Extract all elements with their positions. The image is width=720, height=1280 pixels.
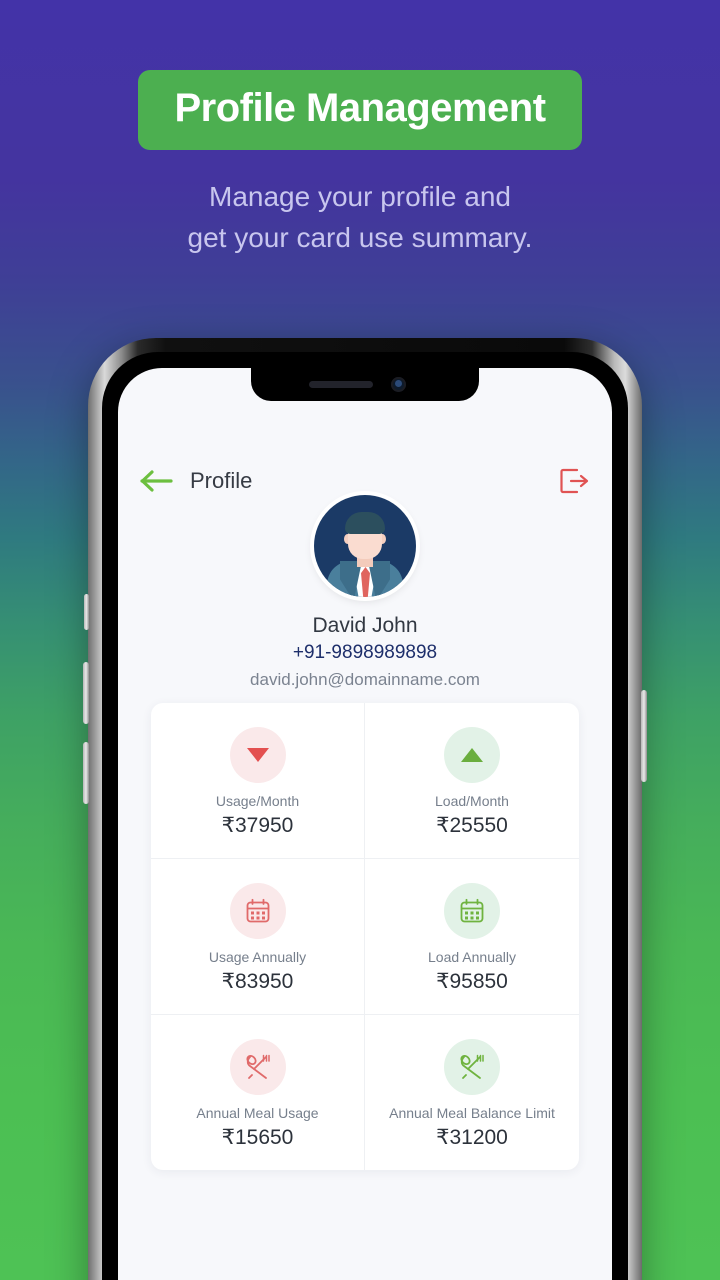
stat-annual-meal-usage[interactable]: Annual Meal Usage ₹15650 <box>151 1015 365 1170</box>
avatar[interactable] <box>314 495 416 597</box>
stat-load-annually[interactable]: Load Annually ₹95850 <box>365 859 579 1014</box>
stat-value: ₹31200 <box>436 1126 508 1149</box>
stat-label: Load/Month <box>435 793 509 809</box>
phone-silent-switch <box>84 594 89 630</box>
profile-phone: +91-9898989898 <box>292 642 438 663</box>
profile-email: david.john@domainname.com <box>250 670 480 689</box>
cutlery-icon <box>229 1039 286 1095</box>
stat-label: Usage/Month <box>215 793 300 809</box>
stat-value: ₹25550 <box>436 814 508 837</box>
triangle-down-icon <box>229 727 286 783</box>
phone-bezel: Profile David John +91-9898989898 david.… <box>102 352 628 1280</box>
stat-value: ₹95850 <box>436 970 508 993</box>
logout-icon[interactable] <box>560 468 590 494</box>
avatar-hair <box>345 512 385 534</box>
profile-name: David John <box>312 614 418 637</box>
promo-subtitle-line2: get your card use summary. <box>187 222 533 253</box>
stat-value: ₹37950 <box>221 814 294 837</box>
stat-label: Usage Annually <box>208 949 307 965</box>
promo-subtitle-line1: Manage your profile and <box>209 181 511 212</box>
stats-row-meal: Annual Meal Usage ₹15650 Annual Meal Bal… <box>151 1014 579 1170</box>
phone-power-button <box>641 690 647 782</box>
stat-label: Annual Meal Usage <box>196 1105 319 1121</box>
phone-volume-up-button <box>83 662 89 724</box>
phone-mockup: Profile David John +91-9898989898 david.… <box>83 338 647 1280</box>
stat-load-month[interactable]: Load/Month ₹25550 <box>365 703 579 858</box>
promo-header: Profile Management <box>0 70 720 150</box>
promo-subtitle: Manage your profile and get your card us… <box>0 176 720 258</box>
stat-usage-month[interactable]: Usage/Month ₹37950 <box>151 703 365 858</box>
app-bar-title: Profile <box>190 468 253 493</box>
stat-annual-meal-balance-limit[interactable]: Annual Meal Balance Limit ₹31200 <box>365 1015 579 1170</box>
calendar-icon <box>444 883 500 939</box>
stat-value: ₹83950 <box>221 970 294 993</box>
profile-identity: David John +91-9898989898 david.john@dom… <box>118 495 612 690</box>
stat-label: Load Annually <box>428 949 516 965</box>
phone-notch <box>251 368 479 401</box>
triangle-up-icon <box>444 727 500 783</box>
calendar-icon <box>229 883 286 939</box>
phone-volume-down-button <box>83 742 89 804</box>
phone-screen: Profile David John +91-9898989898 david.… <box>118 368 612 1280</box>
back-arrow-icon[interactable] <box>140 469 174 493</box>
stats-row-monthly: Usage/Month ₹37950 Load/Month ₹25550 <box>151 703 579 858</box>
stats-card: Usage/Month ₹37950 Load/Month ₹25550 Usa… <box>151 703 579 1170</box>
stat-label: Annual Meal Balance Limit <box>389 1105 555 1121</box>
stat-usage-annually[interactable]: Usage Annually ₹83950 <box>151 859 365 1014</box>
earpiece-speaker-icon <box>309 381 373 388</box>
cutlery-icon <box>444 1039 500 1095</box>
stats-row-annual: Usage Annually ₹83950 Load Annually ₹958… <box>151 858 579 1014</box>
stat-value: ₹15650 <box>221 1126 294 1149</box>
page-title: Profile Management <box>138 70 582 150</box>
front-camera-icon <box>391 377 406 392</box>
